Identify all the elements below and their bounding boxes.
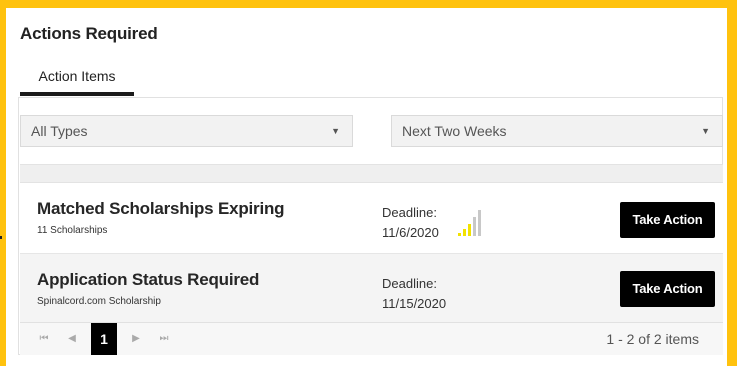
signal-bar <box>468 224 471 236</box>
deadline-label: Deadline: <box>382 276 437 291</box>
pagination: ⏮ ◀ 1 ▶ ⏭ 1 - 2 of 2 items <box>20 322 723 355</box>
take-action-button[interactable]: Take Action <box>620 202 715 238</box>
deadline-date: 11/6/2020 <box>382 225 439 240</box>
last-page-icon[interactable]: ⏭ <box>154 323 174 355</box>
dropdown-arrow-icon: ▼ <box>701 126 710 136</box>
list-item: Application Status Required Spinalcord.c… <box>20 253 723 323</box>
deadline-date: 11/15/2020 <box>382 296 447 311</box>
item-title: Matched Scholarships Expiring <box>37 199 285 218</box>
tab-action-items[interactable]: Action Items <box>20 66 134 96</box>
signal-bar <box>478 210 481 236</box>
list-header <box>20 164 723 183</box>
item-subtitle: Spinalcord.com Scholarship <box>37 296 161 307</box>
signal-strength-icon <box>458 210 481 236</box>
first-page-icon[interactable]: ⏮ <box>34 323 54 355</box>
prev-page-icon[interactable]: ◀ <box>62 323 82 355</box>
next-page-icon[interactable]: ▶ <box>126 323 146 355</box>
range-filter-select[interactable]: Next Two Weeks ▼ <box>391 115 723 147</box>
range-filter-value: Next Two Weeks <box>402 123 507 139</box>
type-filter-select[interactable]: All Types ▼ <box>20 115 353 147</box>
take-action-button[interactable]: Take Action <box>620 271 715 307</box>
page-title: Actions Required <box>20 24 158 43</box>
signal-bar <box>473 217 476 236</box>
pager-info: 1 - 2 of 2 items <box>606 331 699 347</box>
deadline-label: Deadline: <box>382 205 437 220</box>
list-item: Matched Scholarships Expiring 11 Scholar… <box>20 183 723 253</box>
signal-bar <box>458 233 461 236</box>
current-page-button[interactable]: 1 <box>91 323 117 355</box>
type-filter-value: All Types <box>31 123 88 139</box>
item-title: Application Status Required <box>37 270 260 289</box>
item-subtitle: 11 Scholarships <box>37 225 108 236</box>
dropdown-arrow-icon: ▼ <box>331 126 340 136</box>
edge-marker <box>0 236 2 239</box>
signal-bar <box>463 229 466 236</box>
